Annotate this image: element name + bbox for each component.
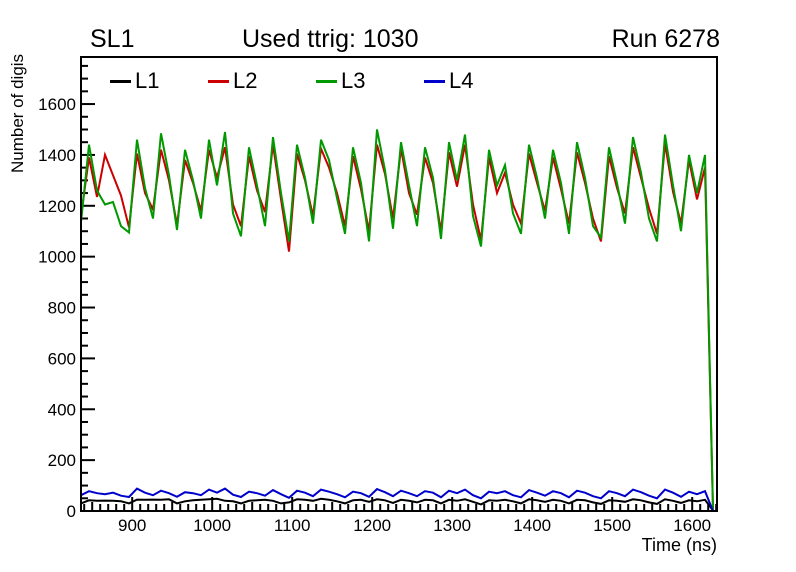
legend: L1 L2 L3 L4 <box>0 68 796 94</box>
legend-marker-l3-icon <box>316 79 337 83</box>
legend-entry-l4: L4 <box>424 68 473 94</box>
root-canvas: 0 200 400 600 800 1000 1200 1400 1600 900 1000 1100… <box>0 0 796 572</box>
data-series <box>80 129 714 512</box>
legend-label-l4: L4 <box>449 68 474 93</box>
y-tick-label: 1200 <box>38 197 76 216</box>
legend-marker-l1-icon <box>110 79 131 83</box>
legend-label-l3: L3 <box>341 68 366 93</box>
x-tick-label: 1500 <box>593 516 631 535</box>
x-tick-label: 900 <box>118 516 146 535</box>
x-tick-label: 1400 <box>513 516 551 535</box>
y-tick-label: 0 <box>67 502 76 521</box>
legend-label-l1: L1 <box>135 68 160 93</box>
axis-ticks <box>82 64 718 512</box>
x-tick-label: 1100 <box>274 516 311 535</box>
y-tick-label: 1400 <box>38 146 76 165</box>
legend-marker-l2-icon <box>208 79 229 83</box>
y-tick-label: 1600 <box>38 95 76 114</box>
x-axis-title: Time (ns) <box>641 535 717 555</box>
series-line-l3 <box>80 129 714 512</box>
y-axis-title: Number of digis <box>8 53 27 173</box>
y-tick-label: 600 <box>48 349 76 368</box>
x-tick-label: 1300 <box>433 516 471 535</box>
x-tick-label: 1000 <box>193 516 231 535</box>
y-tick-label: 800 <box>48 299 76 318</box>
x-tick-label: 1600 <box>673 516 711 535</box>
legend-entry-l2: L2 <box>208 68 257 94</box>
legend-entry-l1: L1 <box>110 68 159 94</box>
legend-entry-l3: L3 <box>316 68 365 94</box>
pad-title: Used ttrig: 1030 <box>242 25 419 53</box>
series-line-l2 <box>80 143 714 510</box>
y-tick-label: 1000 <box>38 248 76 267</box>
legend-label-l2: L2 <box>233 68 258 93</box>
chamber-title: SL1 <box>90 25 135 53</box>
y-tick-label: 200 <box>48 451 76 470</box>
x-tick-label: 1200 <box>353 516 391 535</box>
y-tick-label: 400 <box>48 400 76 419</box>
run-number-title: Run 6278 <box>611 25 720 53</box>
legend-marker-l4-icon <box>424 79 445 83</box>
plot-frame <box>80 56 718 512</box>
